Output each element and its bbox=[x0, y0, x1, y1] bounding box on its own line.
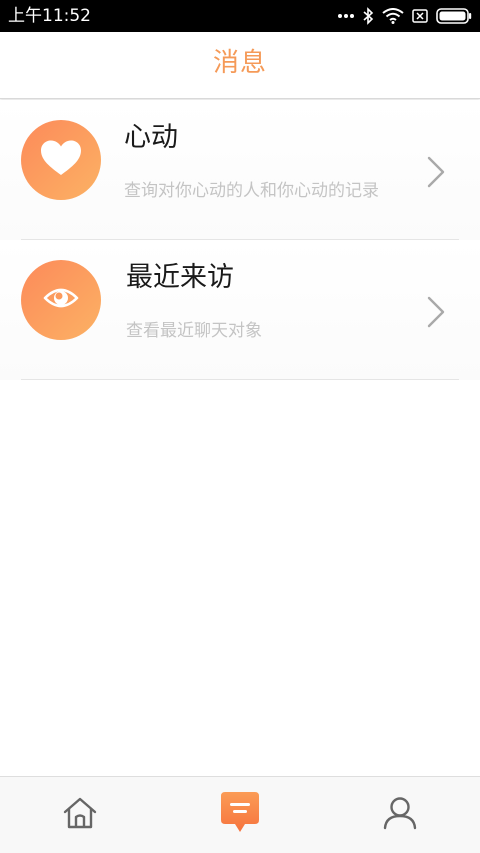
status-time: 上午11:52 bbox=[8, 6, 91, 26]
list-item-title: 心动 bbox=[124, 122, 178, 153]
status-bar: 上午11:52 bbox=[0, 0, 480, 32]
screen: 上午11:52 消息 心动 查询对你心动的人和你心动的记录 最近来访 查看最近聊… bbox=[0, 0, 480, 853]
nav-messages-tab[interactable] bbox=[200, 777, 280, 853]
page-title: 消息 bbox=[212, 48, 267, 78]
message-list: 心动 查询对你心动的人和你心动的记录 最近来访 查看最近聊天对象 bbox=[0, 100, 480, 380]
profile-icon bbox=[382, 795, 418, 835]
eye-avatar bbox=[21, 260, 101, 340]
chevron-right-icon bbox=[426, 156, 446, 188]
more-dots-icon bbox=[338, 13, 354, 19]
sim-off-icon bbox=[412, 9, 428, 23]
list-item-subtitle: 查询对你心动的人和你心动的记录 bbox=[124, 181, 379, 201]
nav-home-tab[interactable] bbox=[40, 777, 120, 853]
battery-icon bbox=[436, 8, 472, 24]
nav-profile-tab[interactable] bbox=[360, 777, 440, 853]
list-item-heartbeat[interactable]: 心动 查询对你心动的人和你心动的记录 bbox=[0, 100, 480, 240]
heart-avatar bbox=[21, 120, 101, 200]
divider bbox=[21, 379, 459, 380]
status-icons bbox=[338, 0, 472, 32]
home-icon bbox=[62, 795, 98, 835]
header: 消息 bbox=[0, 32, 480, 99]
bluetooth-icon bbox=[362, 7, 374, 25]
list-item-recent-visitors[interactable]: 最近来访 查看最近聊天对象 bbox=[0, 240, 480, 380]
list-item-subtitle: 查看最近聊天对象 bbox=[126, 321, 262, 341]
bottom-nav bbox=[0, 776, 480, 853]
message-icon bbox=[219, 790, 261, 840]
wifi-icon bbox=[382, 8, 404, 24]
heart-icon bbox=[40, 139, 82, 181]
list-item-title: 最近来访 bbox=[126, 262, 234, 293]
eye-icon bbox=[43, 286, 79, 314]
chevron-right-icon bbox=[426, 296, 446, 328]
